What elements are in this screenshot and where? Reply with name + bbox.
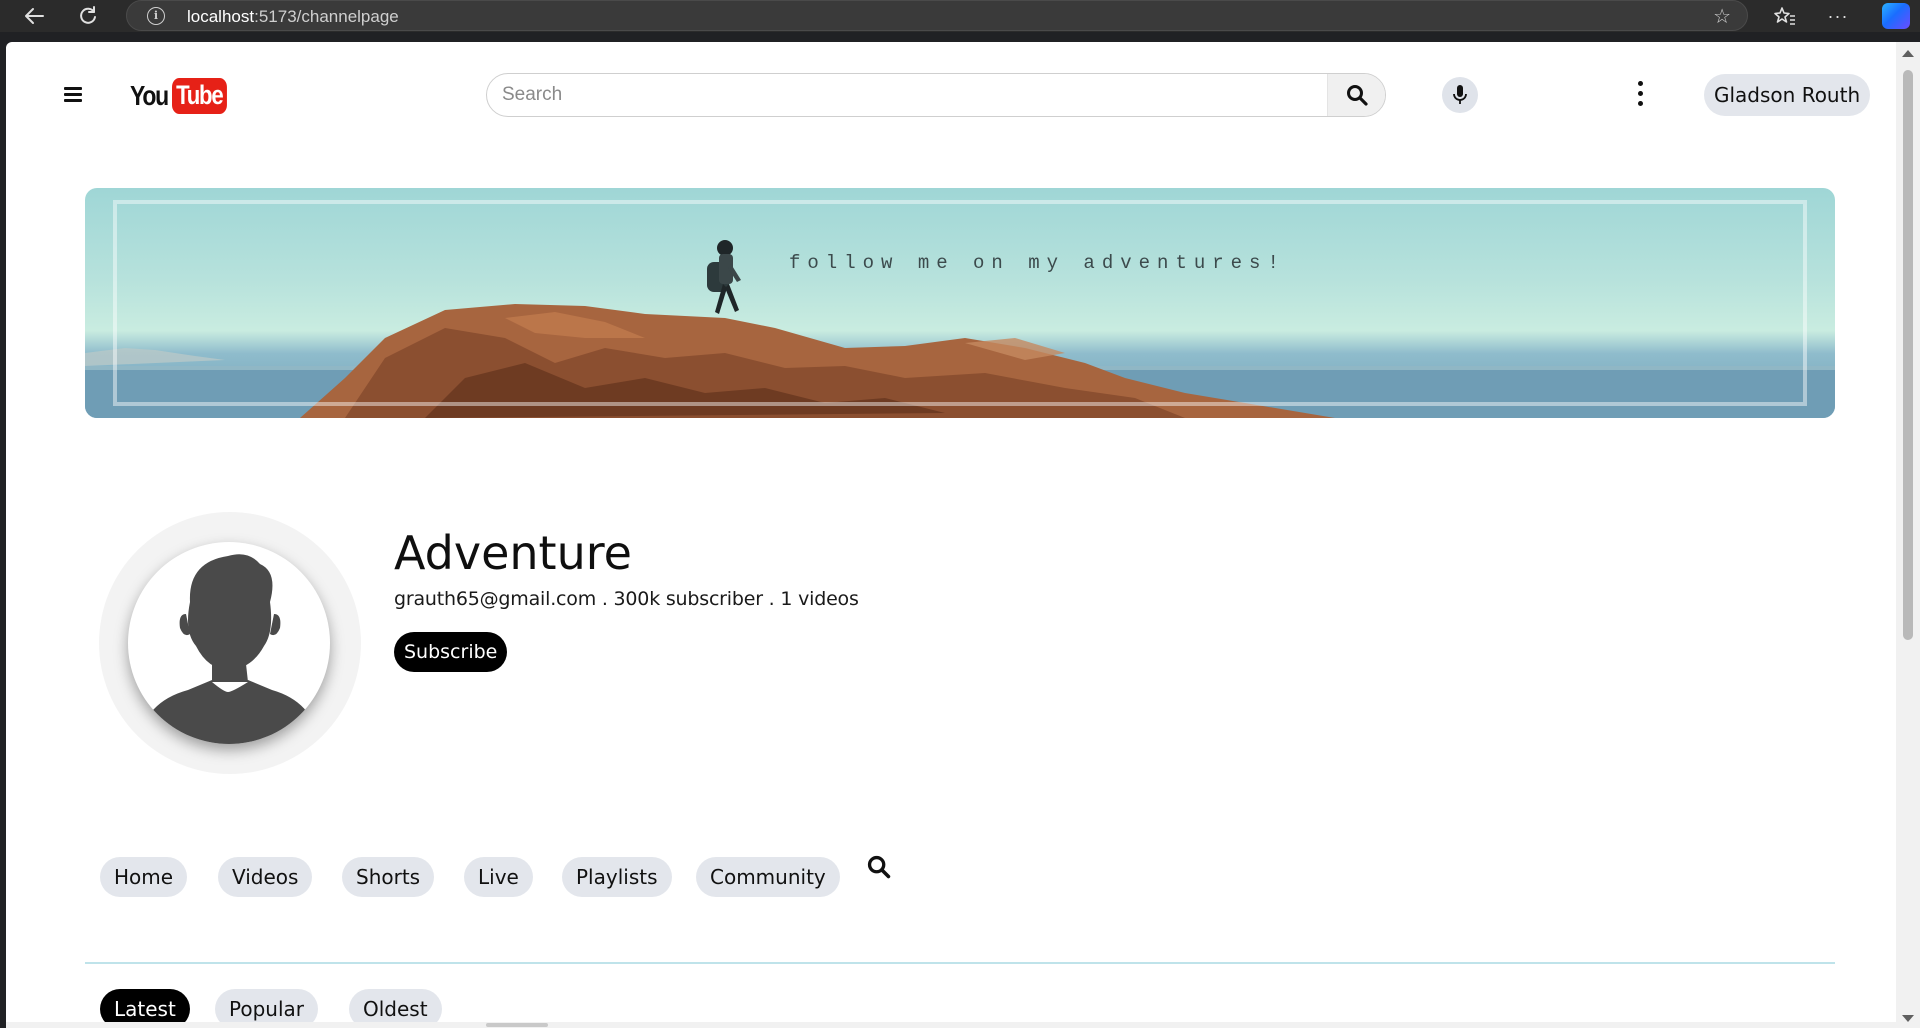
user-profile-button[interactable]: Gladson Routh [1704,74,1871,116]
favorites-icon[interactable] [1771,2,1799,30]
address-bar[interactable]: i localhost:5173/channelpage ☆ [126,0,1748,31]
voice-search-button[interactable] [1442,77,1478,113]
page-content: You Tube Gladson Routh [6,42,1896,1028]
microphone-icon [1453,85,1467,104]
scrollbar-thumb[interactable] [1903,70,1913,640]
url-text[interactable]: localhost:5173/channelpage [187,7,399,27]
channel-search-button[interactable] [866,854,892,880]
reload-icon[interactable] [76,4,100,28]
search-icon [1346,85,1368,106]
logo-tube-text: Tube [172,78,227,114]
more-options-icon[interactable]: ··· [1824,2,1852,30]
youtube-logo[interactable]: You Tube [130,76,239,116]
kebab-menu-icon[interactable] [1634,80,1646,108]
section-divider [85,962,1835,964]
tab-videos[interactable]: Videos [218,857,313,897]
tab-playlists[interactable]: Playlists [562,857,672,897]
default-user-avatar-icon [138,554,320,744]
back-icon[interactable] [22,4,46,28]
banner-tagline: follow me on my adventures! [789,252,1286,274]
scroll-up-icon[interactable] [1902,50,1914,57]
channel-name: Adventure [394,526,632,580]
menu-icon[interactable] [64,87,82,102]
logo-you-text: You [130,80,169,111]
subscribe-button[interactable]: Subscribe [394,632,508,672]
channel-banner: follow me on my adventures! [85,188,1835,418]
banner-frame [113,200,1807,406]
tab-live[interactable]: Live [464,857,533,897]
horizontal-scrollbar[interactable] [6,1022,1896,1028]
channel-meta: grauth65@gmail.com . 300k subscriber . 1… [394,588,859,610]
search-bar [486,73,1386,117]
tab-community[interactable]: Community [696,857,840,897]
vertical-scrollbar[interactable] [1896,42,1920,1028]
search-icon [867,855,891,879]
copilot-icon[interactable] [1882,3,1910,29]
tab-shorts[interactable]: Shorts [342,857,435,897]
channel-avatar[interactable] [128,542,330,744]
search-button[interactable] [1327,74,1385,116]
scroll-down-icon[interactable] [1902,1015,1914,1022]
info-icon[interactable]: i [147,7,165,25]
browser-toolbar: i localhost:5173/channelpage ☆ ··· [0,0,1920,32]
favorite-star-icon[interactable]: ☆ [1713,4,1731,29]
tab-home[interactable]: Home [100,857,188,897]
search-input[interactable] [487,74,1315,116]
